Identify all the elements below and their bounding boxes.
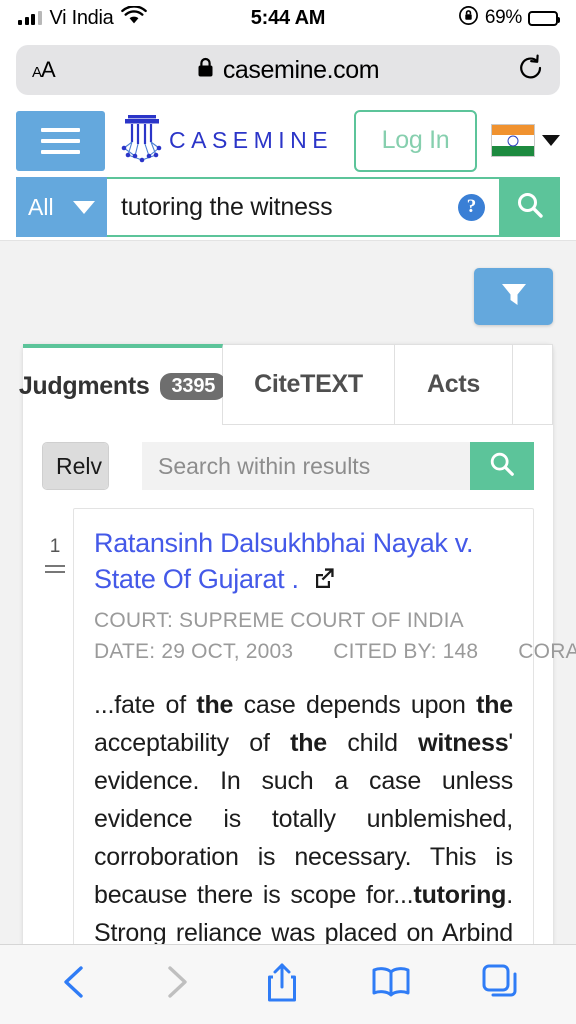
results-tabs: Judgments 3395 CiteTEXT Acts [19, 344, 553, 425]
result-date: DATE: 29 OCT, 2003 [94, 639, 294, 663]
book-icon[interactable] [370, 964, 412, 1005]
result-title-link[interactable]: Ratansinh Dalsukhbhai Nayak v. State Of … [94, 526, 513, 600]
search-submit-button[interactable] [499, 177, 560, 237]
search-icon [515, 190, 545, 225]
result-index-number: 1 [49, 536, 61, 557]
browser-bottom-toolbar [0, 944, 576, 1024]
login-button[interactable]: Log In [354, 109, 477, 172]
snippet-highlight: the [196, 690, 234, 719]
tab-judgments-count: 3395 [160, 373, 227, 400]
snippet-highlight: the [290, 728, 328, 757]
casemine-pillar-logo-icon [119, 112, 165, 169]
login-label: Log In [381, 126, 450, 154]
search-scope-dropdown[interactable]: All [16, 177, 107, 237]
result-cited-by: CITED BY: 148 [333, 639, 479, 663]
tab-overflow[interactable] [513, 344, 553, 425]
rotation-lock-icon [458, 5, 479, 31]
result-meta-row: DATE: 29 OCT, 2003 CITED BY: 148 CORAM [94, 639, 576, 664]
share-icon[interactable] [264, 961, 300, 1008]
help-question-icon[interactable]: ? [458, 193, 485, 221]
filter-funnel-icon [498, 278, 530, 315]
battery-percent-label: 69% [484, 7, 522, 28]
ios-status-bar: Vi India 5:44 AM 69% [0, 0, 576, 36]
snippet-text: acceptability of [94, 728, 291, 757]
forward-chevron-icon [160, 963, 194, 1006]
snippet-text: ...fate of [94, 690, 197, 719]
url-text: casemine.com [222, 55, 380, 84]
results-toolbar: Relv Count Rece [23, 425, 553, 490]
status-bar-right: 69% [458, 5, 560, 31]
snippet-text: child [327, 728, 419, 757]
search-scope-label: All [28, 193, 54, 220]
hamburger-menu-icon[interactable] [16, 110, 105, 171]
tab-judgments[interactable]: Judgments 3395 [19, 344, 227, 425]
result-title-text: Ratansinh Dalsukhbhai Nayak v. State Of … [94, 528, 474, 594]
tab-acts-label: Acts [427, 370, 480, 398]
site-header-top-row: CASEMINE Log In [0, 104, 576, 177]
chevron-down-icon [73, 200, 95, 214]
browser-address-bar-container: AAAA casemine.com [0, 36, 576, 104]
tab-acts[interactable]: Acts [395, 344, 513, 425]
tab-citetext-label: CiteTEXT [254, 370, 363, 398]
sort-button-group: Relv Count Rece [42, 442, 109, 490]
tab-judgments-label: Judgments [18, 372, 150, 400]
tabs-icon[interactable] [481, 963, 519, 1006]
search-icon [488, 450, 516, 483]
search-input-value: tutoring the witness [121, 192, 333, 221]
result-coram: CORAM [518, 639, 576, 663]
site-header: CASEMINE Log In All tutoring the witness… [0, 104, 576, 241]
sort-option-relevance[interactable]: Relv [43, 443, 108, 489]
back-chevron-icon[interactable] [57, 963, 91, 1006]
snippet-text: case depends upon [233, 690, 477, 719]
search-within-results [142, 442, 534, 490]
search-within-results-button[interactable] [470, 442, 534, 490]
tab-citetext[interactable]: CiteTEXT [223, 344, 395, 425]
search-within-results-input[interactable] [142, 442, 470, 490]
search-bar: All tutoring the witness ? [0, 177, 576, 237]
chevron-down-icon [542, 135, 560, 146]
brand-logo[interactable]: CASEMINE [119, 112, 333, 169]
drag-handle-icon[interactable] [45, 565, 65, 573]
snippet-highlight: witness [418, 728, 509, 757]
india-flag-icon [491, 124, 535, 157]
snippet-highlight: tutoring [413, 880, 507, 909]
external-link-icon[interactable] [312, 564, 336, 600]
address-bar[interactable]: AAAA casemine.com [16, 45, 560, 95]
page-content: Judgments 3395 CiteTEXT Acts Relv Count [0, 241, 576, 1024]
phone-screen: Vi India 5:44 AM 69% AA casemine.com CAS… [0, 0, 576, 1024]
lock-icon [197, 57, 214, 83]
snippet-highlight: the [476, 690, 513, 719]
result-court: COURT: SUPREME COURT OF INDIA [94, 608, 464, 632]
results-panel: Judgments 3395 CiteTEXT Acts Relv Count [19, 344, 576, 1024]
battery-icon [528, 10, 560, 26]
language-selector[interactable] [491, 124, 560, 157]
search-input[interactable]: tutoring the witness ? [107, 177, 499, 237]
url-display: casemine.com [16, 56, 560, 85]
brand-name: CASEMINE [169, 127, 334, 153]
filter-button[interactable] [474, 268, 553, 325]
